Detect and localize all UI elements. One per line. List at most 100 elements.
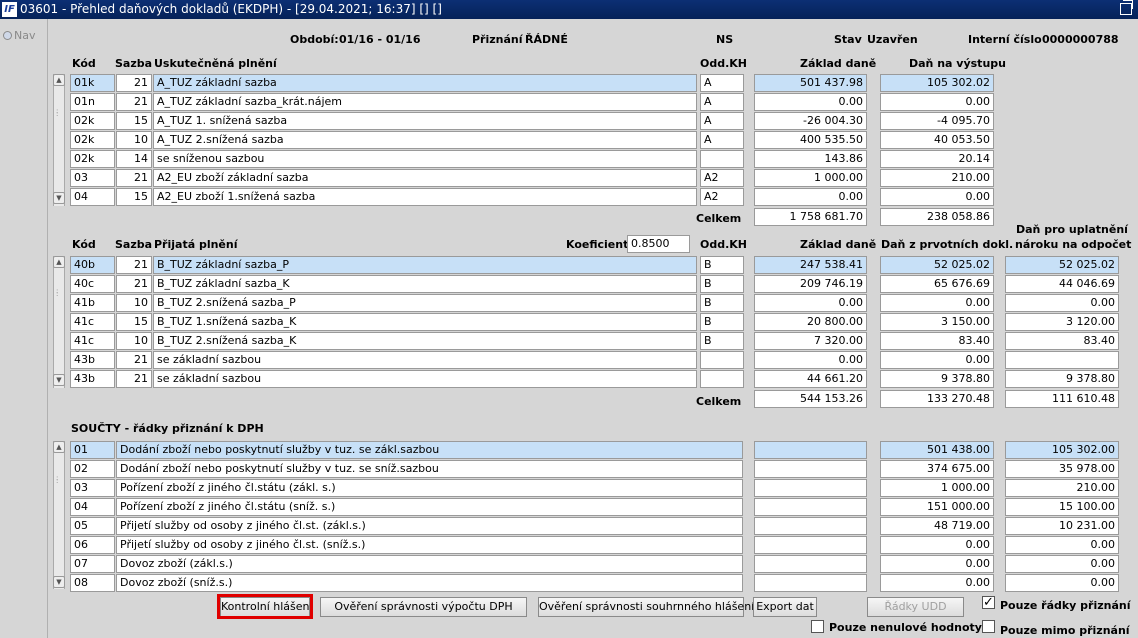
s3-cell-dan[interactable]: 0.00 [880, 555, 994, 573]
s1-cell-zaklad[interactable]: 0.00 [754, 93, 867, 111]
s3-cell-name[interactable]: Pořízení zboží z jiného čl.státu (sníž. … [116, 498, 743, 516]
s1-cell-zaklad[interactable]: -26 004.30 [754, 112, 867, 130]
s1-cell-kod[interactable]: 01n [70, 93, 115, 111]
s3-cell-dan[interactable]: 0.00 [880, 574, 994, 592]
s3-cell-kod[interactable]: 05 [70, 517, 115, 535]
s2-cell-name[interactable]: B_TUZ 1.snížená sazba_K [153, 313, 697, 331]
s2-cell-sazba[interactable]: 21 [116, 275, 152, 293]
overeni-souhrnne-button[interactable]: Ověření správnosti souhrnného hlášení [538, 597, 754, 617]
s1-cell-name[interactable]: A_TUZ základní sazba_krát.nájem [153, 93, 697, 111]
pouze-nenulove-checkbox[interactable] [811, 620, 824, 633]
s1-cell-kod[interactable]: 02k [70, 150, 115, 168]
s1-cell-sazba[interactable]: 10 [116, 131, 152, 149]
s1-cell-sazba[interactable]: 21 [116, 74, 152, 92]
s1-cell-sazba[interactable]: 15 [116, 112, 152, 130]
s1-cell-zaklad[interactable]: 143.86 [754, 150, 867, 168]
s3-cell-odpocet[interactable]: 0.00 [1005, 574, 1119, 592]
s3-cell-kod[interactable]: 03 [70, 479, 115, 497]
s1-cell-dan[interactable]: 0.00 [880, 188, 994, 206]
s2-cell-odpocet[interactable]: 52 025.02 [1005, 256, 1119, 274]
s3-cell-kod[interactable]: 04 [70, 498, 115, 516]
s2-cell-kod[interactable]: 41b [70, 294, 115, 312]
s2-cell-sazba[interactable]: 21 [116, 256, 152, 274]
s1-cell-zaklad[interactable]: 0.00 [754, 188, 867, 206]
s3-cell-dan[interactable]: 501 438.00 [880, 441, 994, 459]
s1-scroll-up-icon[interactable]: ▲ [53, 74, 65, 86]
s2-cell-name[interactable]: se základní sazbou [153, 370, 697, 388]
s1-cell-name[interactable]: A2_EU zboží základní sazba [153, 169, 697, 187]
s3-cell-name[interactable]: Přijetí služby od osoby z jiného čl.st. … [116, 517, 743, 535]
s3-cell-odpocet[interactable]: 105 302.00 [1005, 441, 1119, 459]
s2-cell-odpocet[interactable]: 0.00 [1005, 294, 1119, 312]
s2-cell-zaklad[interactable]: 247 538.41 [754, 256, 867, 274]
s2-cell-kod[interactable]: 43b [70, 351, 115, 369]
s3-cell-odpocet[interactable]: 210.00 [1005, 479, 1119, 497]
s1-cell-odd[interactable]: A [700, 131, 744, 149]
s2-cell-sazba[interactable]: 21 [116, 370, 152, 388]
s1-cell-odd[interactable]: A [700, 74, 744, 92]
s1-cell-odd[interactable]: A [700, 93, 744, 111]
s3-cell-kod[interactable]: 02 [70, 460, 115, 478]
s2-cell-odd[interactable] [700, 351, 744, 369]
s3-cell-zaklad[interactable] [754, 536, 867, 554]
restore-window-icon[interactable] [1120, 0, 1133, 15]
s1-cell-name[interactable]: A_TUZ 2.snížená sazba [153, 131, 697, 149]
s3-cell-odpocet[interactable]: 15 100.00 [1005, 498, 1119, 516]
s1-cell-kod[interactable]: 03 [70, 169, 115, 187]
s2-cell-dan[interactable]: 9 378.80 [880, 370, 994, 388]
s2-cell-odpocet[interactable]: 9 378.80 [1005, 370, 1119, 388]
s3-cell-zaklad[interactable] [754, 441, 867, 459]
s2-cell-odd[interactable]: B [700, 256, 744, 274]
s3-cell-name[interactable]: Dovoz zboží (sníž.s.) [116, 574, 743, 592]
s2-cell-odpocet[interactable]: 83.40 [1005, 332, 1119, 350]
s2-cell-odpocet[interactable]: 3 120.00 [1005, 313, 1119, 331]
s1-cell-dan[interactable]: 210.00 [880, 169, 994, 187]
s2-cell-odpocet[interactable]: 44 046.69 [1005, 275, 1119, 293]
s1-cell-odd[interactable]: A [700, 112, 744, 130]
s1-cell-kod[interactable]: 02k [70, 131, 115, 149]
s2-scroll-grip-icon[interactable]: :: [56, 288, 60, 300]
s3-cell-kod[interactable]: 01 [70, 441, 115, 459]
s1-cell-sazba[interactable]: 21 [116, 93, 152, 111]
s1-cell-dan[interactable]: 20.14 [880, 150, 994, 168]
s1-cell-name[interactable]: A2_EU zboží 1.snížená sazba [153, 188, 697, 206]
s3-scroll-down-icon[interactable]: ▼ [53, 576, 65, 588]
s2-cell-odd[interactable]: B [700, 275, 744, 293]
s3-cell-kod[interactable]: 08 [70, 574, 115, 592]
s3-scroll-grip-icon[interactable]: :: [56, 475, 60, 487]
s3-cell-dan[interactable]: 48 719.00 [880, 517, 994, 535]
s3-cell-dan[interactable]: 0.00 [880, 536, 994, 554]
s2-cell-zaklad[interactable]: 44 661.20 [754, 370, 867, 388]
s3-cell-name[interactable]: Přijetí služby od osoby z jiného čl.st. … [116, 536, 743, 554]
s3-cell-odpocet[interactable]: 0.00 [1005, 555, 1119, 573]
s3-cell-zaklad[interactable] [754, 460, 867, 478]
s2-cell-kod[interactable]: 41c [70, 313, 115, 331]
s2-scroll-down-icon[interactable]: ▼ [53, 374, 65, 386]
s2-cell-zaklad[interactable]: 20 800.00 [754, 313, 867, 331]
s3-cell-zaklad[interactable] [754, 517, 867, 535]
s1-cell-name[interactable]: A_TUZ 1. snížená sazba [153, 112, 697, 130]
s3-cell-dan[interactable]: 151 000.00 [880, 498, 994, 516]
s3-cell-name[interactable]: Dovoz zboží (zákl.s.) [116, 555, 743, 573]
s2-scrollbar[interactable] [53, 256, 65, 388]
s2-cell-zaklad[interactable]: 209 746.19 [754, 275, 867, 293]
s3-cell-zaklad[interactable] [754, 498, 867, 516]
s3-cell-dan[interactable]: 1 000.00 [880, 479, 994, 497]
s1-cell-odd[interactable]: A2 [700, 188, 744, 206]
s2-cell-odpocet[interactable] [1005, 351, 1119, 369]
s2-cell-dan[interactable]: 52 025.02 [880, 256, 994, 274]
s3-cell-kod[interactable]: 07 [70, 555, 115, 573]
radky-udd-button[interactable]: Řádky UDD [867, 597, 964, 617]
s2-cell-kod[interactable]: 43b [70, 370, 115, 388]
s2-cell-odd[interactable]: B [700, 313, 744, 331]
s2-cell-name[interactable]: B_TUZ základní sazba_K [153, 275, 697, 293]
s2-cell-name[interactable]: B_TUZ základní sazba_P [153, 256, 697, 274]
s1-cell-dan[interactable]: 0.00 [880, 93, 994, 111]
s2-cell-name[interactable]: se základní sazbou [153, 351, 697, 369]
s2-cell-dan[interactable]: 3 150.00 [880, 313, 994, 331]
s1-scroll-down-icon[interactable]: ▼ [53, 192, 65, 204]
s3-cell-zaklad[interactable] [754, 479, 867, 497]
s1-cell-dan[interactable]: -4 095.70 [880, 112, 994, 130]
s3-cell-zaklad[interactable] [754, 555, 867, 573]
s3-scrollbar[interactable] [53, 441, 65, 589]
